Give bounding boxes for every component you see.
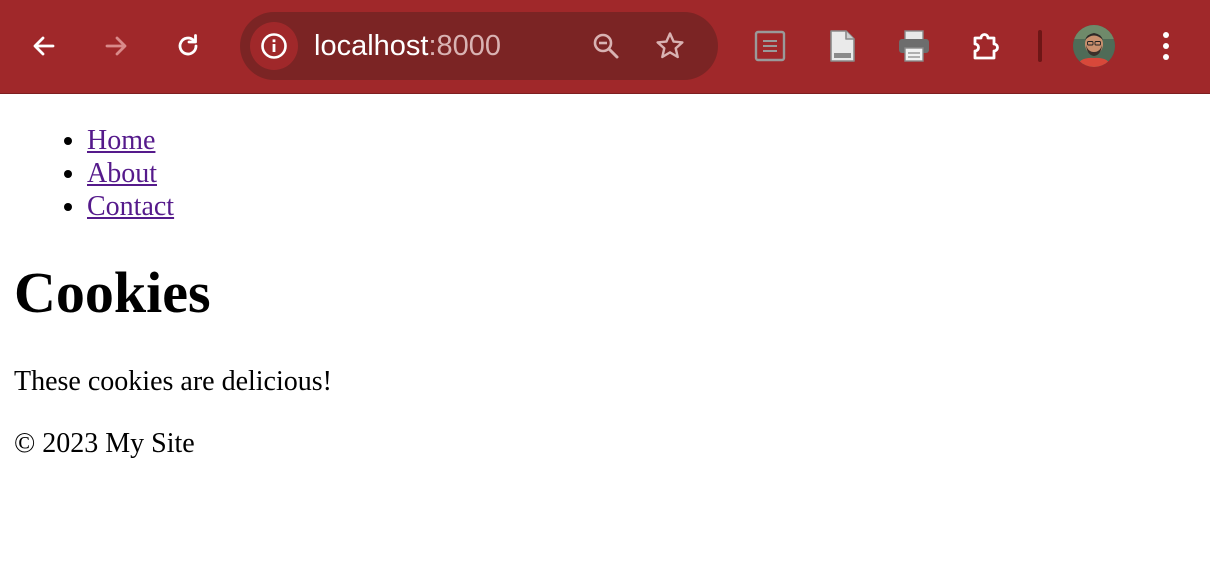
url-text[interactable]: localhost:8000: [314, 29, 501, 63]
star-icon: [656, 32, 684, 59]
nav-link-home[interactable]: Home: [87, 125, 155, 156]
body-paragraph: These cookies are delicious!: [14, 366, 332, 397]
reload-button[interactable]: [168, 26, 208, 66]
avatar[interactable]: [1073, 25, 1115, 67]
back-button[interactable]: [24, 26, 64, 66]
toolbar-divider: [1038, 30, 1042, 62]
url-host: localhost: [314, 30, 429, 62]
forward-arrow-icon: [105, 36, 127, 56]
site-info-button[interactable]: [250, 22, 298, 70]
url-port: :8000: [428, 30, 502, 62]
reader-mode-icon: [754, 30, 786, 62]
list-item: Contact: [87, 190, 174, 223]
back-arrow-icon: [33, 36, 55, 56]
nav-link-about[interactable]: About: [87, 158, 157, 189]
page-title: Cookies: [14, 260, 211, 325]
page-content: Home About Contact Cookies These cookies…: [0, 94, 1210, 568]
kebab-menu-icon: [1163, 32, 1169, 60]
document-button[interactable]: [822, 26, 862, 66]
print-button[interactable]: [894, 26, 934, 66]
forward-button[interactable]: [96, 26, 136, 66]
browser-menu-button[interactable]: [1146, 26, 1186, 66]
reader-mode-button[interactable]: [750, 26, 790, 66]
extensions-button[interactable]: [966, 26, 1006, 66]
nav-link-contact[interactable]: Contact: [87, 191, 174, 222]
info-icon: [261, 33, 287, 59]
browser-toolbar: localhost:8000: [0, 0, 1210, 94]
document-icon: [830, 30, 855, 62]
zoom-out-icon: [593, 33, 619, 59]
footer-copyright: © 2023 My Site: [14, 428, 195, 459]
puzzle-icon: [973, 33, 999, 60]
list-item: About: [87, 157, 174, 190]
list-item: Home: [87, 124, 174, 157]
printer-icon: [899, 30, 929, 62]
zoom-button[interactable]: [586, 26, 626, 66]
reload-icon: [178, 34, 198, 56]
address-bar[interactable]: localhost:8000: [240, 12, 718, 80]
nav-menu: Home About Contact: [87, 124, 174, 223]
bookmark-button[interactable]: [650, 26, 690, 66]
